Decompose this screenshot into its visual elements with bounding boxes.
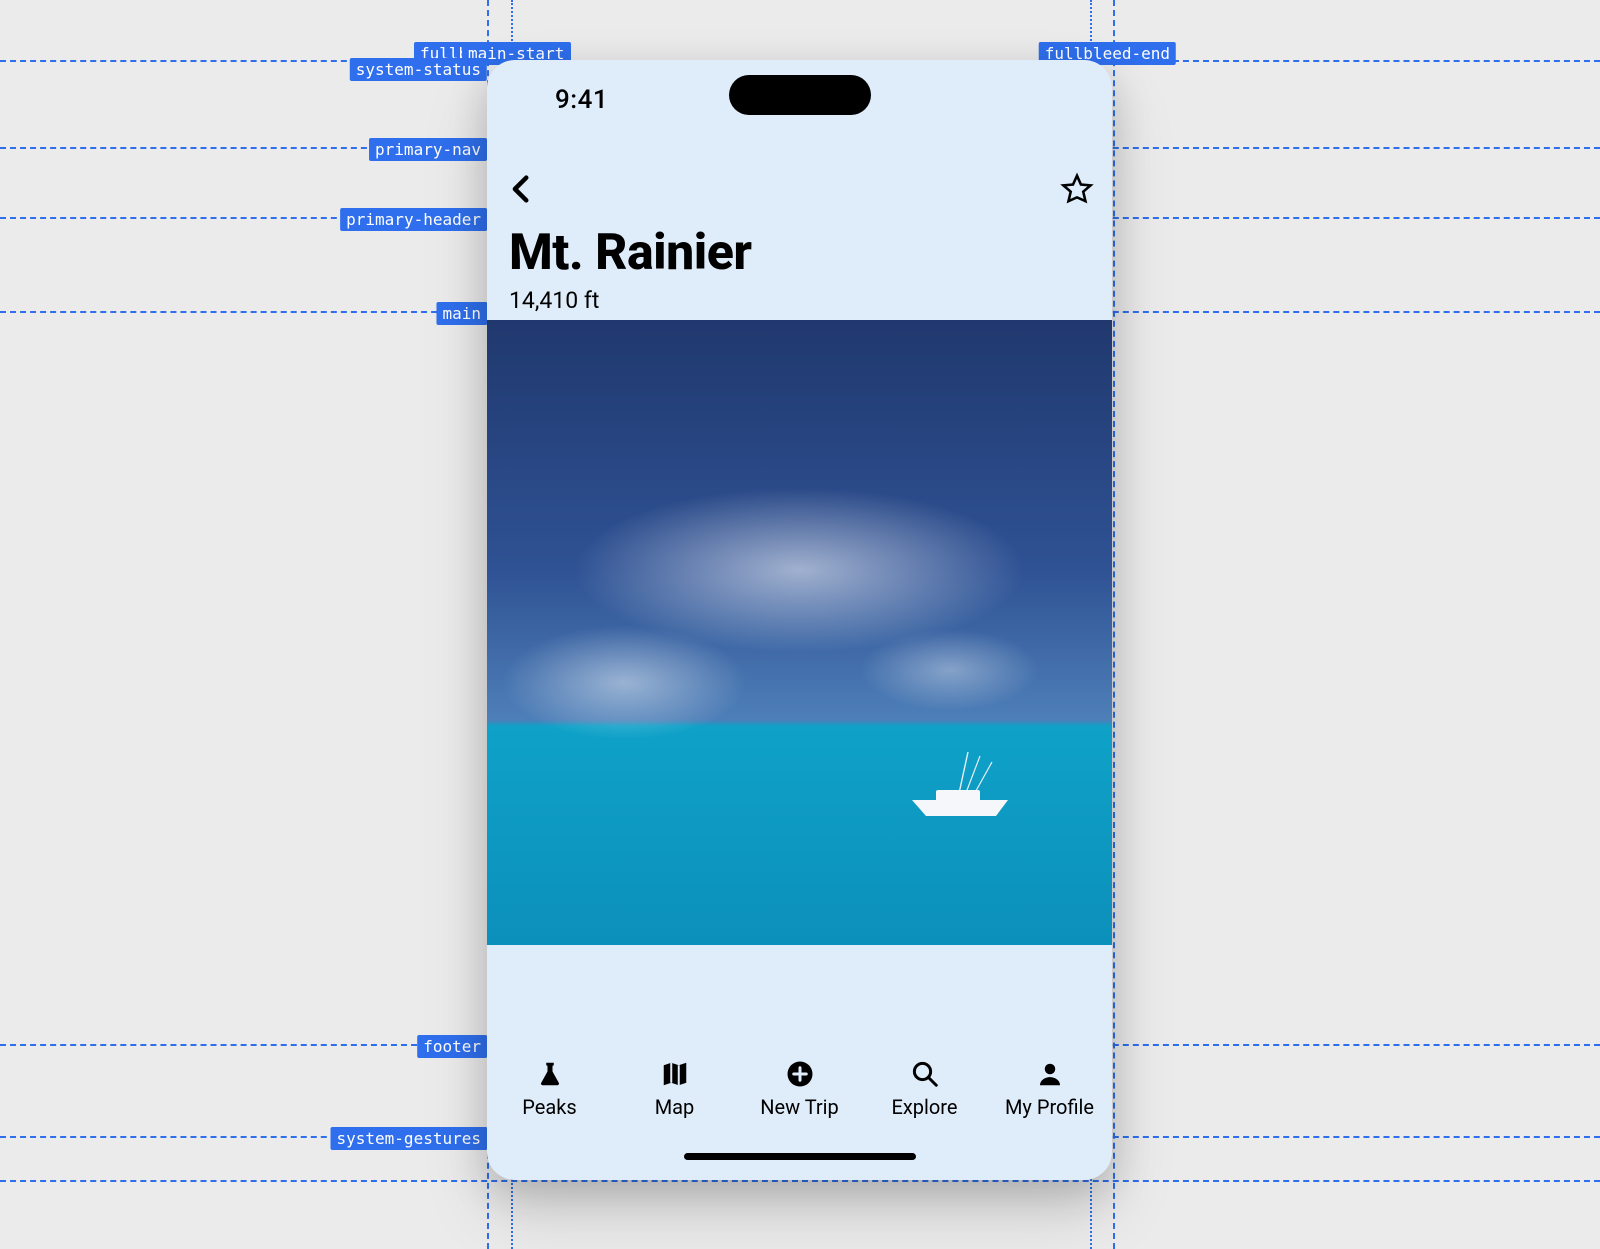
tab-profile[interactable]: My Profile (995, 1059, 1105, 1119)
flask-icon (535, 1059, 565, 1089)
label-system-status: system-status (350, 58, 487, 81)
favorite-button[interactable] (1060, 172, 1094, 210)
plus-circle-icon (785, 1059, 815, 1089)
label-main: main (436, 302, 487, 325)
label-system-gestures: system-gestures (331, 1127, 488, 1150)
device-frame: 9:41 Mt. Rainier 14,410 ft Peaks (487, 60, 1112, 1180)
hero-image (487, 320, 1112, 945)
guide-device-bottom-line (0, 1180, 1600, 1182)
dynamic-island (729, 75, 871, 115)
tab-explore-label: Explore (892, 1095, 958, 1119)
tab-map-label: Map (655, 1095, 695, 1119)
map-icon (660, 1059, 690, 1089)
home-indicator[interactable] (684, 1153, 916, 1160)
label-primary-header: primary-header (340, 208, 487, 231)
star-outline-icon (1060, 172, 1094, 206)
boat-illustration (902, 750, 1022, 830)
tab-bar: Peaks Map New Trip Explore My Profile (487, 1049, 1112, 1135)
tab-peaks-label: Peaks (522, 1095, 576, 1119)
tab-profile-label: My Profile (1005, 1095, 1094, 1119)
page-subtitle: 14,410 ft (509, 287, 1090, 314)
guide-fullbleed-end (1113, 0, 1115, 1249)
search-icon (910, 1059, 940, 1089)
chevron-left-icon (505, 172, 539, 206)
nav-bar (487, 156, 1112, 226)
page-title: Mt. Rainier (509, 226, 1090, 281)
page-header: Mt. Rainier 14,410 ft (487, 226, 1112, 330)
tab-map[interactable]: Map (620, 1059, 730, 1119)
tab-peaks[interactable]: Peaks (495, 1059, 605, 1119)
back-button[interactable] (505, 172, 539, 210)
tab-new-trip-label: New Trip (760, 1095, 839, 1119)
person-icon (1035, 1059, 1065, 1089)
label-footer: footer (417, 1035, 487, 1058)
status-time: 9:41 (555, 85, 608, 115)
status-bar: 9:41 (487, 60, 1112, 140)
label-primary-nav: primary-nav (369, 138, 487, 161)
tab-explore[interactable]: Explore (870, 1059, 980, 1119)
tab-new-trip[interactable]: New Trip (745, 1059, 855, 1119)
